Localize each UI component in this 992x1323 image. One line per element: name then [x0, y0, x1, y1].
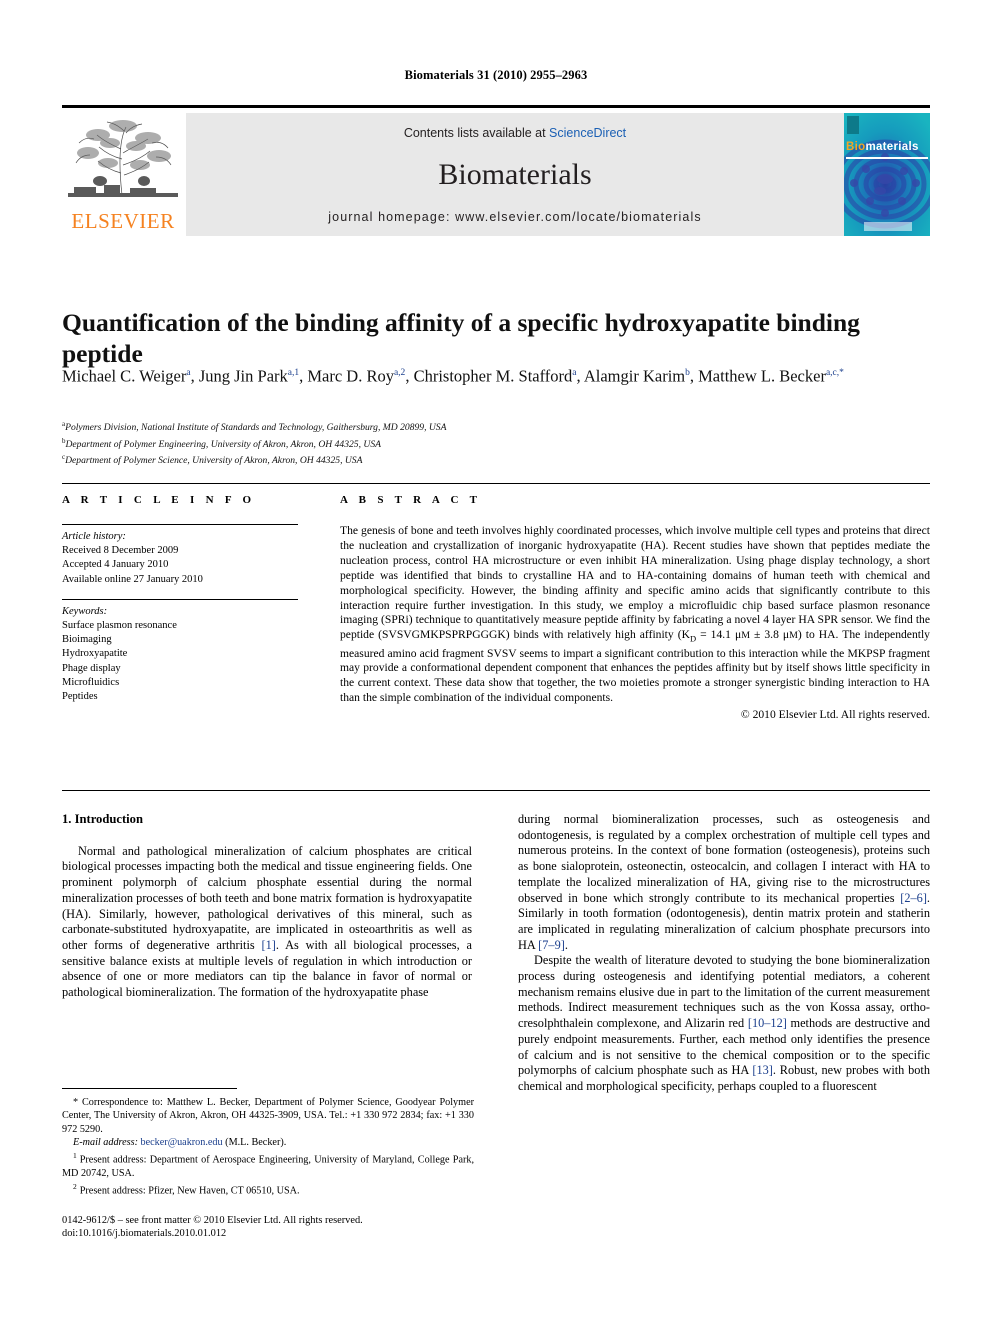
affiliation-item: cDepartment of Polymer Science, Universi…	[62, 451, 882, 468]
affiliation-text: Department of Polymer Engineering, Unive…	[65, 438, 381, 450]
author-list: Michael C. Weigera, Jung Jin Parka,1, Ma…	[62, 366, 844, 386]
elsevier-logo: ELSEVIER	[62, 113, 186, 236]
footnote-marker: 1	[73, 1151, 77, 1161]
email-note: E-mail address: becker@uakron.edu (M.L. …	[62, 1136, 474, 1149]
abstract-column: The genesis of bone and teeth involves h…	[340, 524, 930, 723]
sciencedirect-link[interactable]: ScienceDirect	[549, 126, 626, 140]
paragraph: Normal and pathological mineralization o…	[62, 843, 472, 1000]
footnote-text: Present address: Department of Aerospace…	[62, 1154, 474, 1179]
keyword-item: Hydroxyapatite	[62, 648, 128, 660]
cover-footer-band	[864, 222, 912, 231]
keyword-item: Peptides	[62, 691, 98, 703]
keyword-item: Microfluidics	[62, 676, 120, 688]
email-link[interactable]: becker@uakron.edu	[141, 1137, 223, 1148]
journal-cover-thumbnail: Biomaterials	[844, 113, 930, 236]
article-history-label: Article history:	[62, 531, 126, 542]
paragraph: during normal biomineralization processe…	[518, 812, 930, 952]
article-history-item: Accepted 4 January 2010	[62, 559, 169, 571]
keyword-item: Phage display	[62, 662, 121, 674]
cover-divider	[846, 157, 928, 159]
footnote-text: Present address: Pfizer, New Haven, CT 0…	[79, 1185, 300, 1197]
cover-publisher-mark	[847, 116, 859, 134]
journal-band: Contents lists available at ScienceDirec…	[186, 113, 844, 236]
keywords-label: Keywords:	[62, 605, 108, 617]
section-heading-introduction: 1. Introduction	[62, 812, 143, 826]
journal-article-page: Biomaterials 31 (2010) 2955–2963 ELSEVIE…	[0, 0, 992, 1323]
article-info-top-rule	[62, 483, 930, 484]
present-address-note-1: 1 Present address: Department of Aerospac…	[62, 1149, 474, 1180]
correspondence-note: * Correspondence to: Matthew L. Becker, …	[62, 1097, 474, 1135]
article-info-heading: A R T I C L E I N F O	[62, 494, 256, 506]
article-history-item: Received 8 December 2009	[62, 545, 179, 557]
introduction-left-column: 1. Introduction Normal and pathological …	[62, 812, 472, 1001]
affiliation-text: Department of Polymer Science, Universit…	[65, 455, 363, 467]
colophon: 0142-9612/$ – see front matter © 2010 El…	[62, 1214, 562, 1241]
page-title: Quantification of the binding affinity o…	[62, 308, 860, 369]
abstract-bottom-rule	[62, 790, 930, 791]
affiliation-item: bDepartment of Polymer Engineering, Univ…	[62, 435, 882, 452]
journal-title: Biomaterials	[438, 158, 592, 191]
keywords-block: Keywords: Surface plasmon resonance Bioi…	[62, 598, 298, 704]
running-head: Biomaterials 31 (2010) 2955–2963	[404, 68, 588, 82]
article-history-item: Available online 27 January 2010	[62, 573, 203, 585]
affiliation-list: aPolymers Division, National Institute o…	[62, 418, 882, 468]
footnote-separator	[62, 1088, 237, 1089]
email-label: E-mail address:	[73, 1136, 138, 1148]
keyword-item: Bioimaging	[62, 634, 112, 646]
abstract-text: The genesis of bone and teeth involves h…	[340, 524, 930, 705]
doi-line[interactable]: doi:10.1016/j.biomaterials.2010.01.012	[62, 1227, 562, 1240]
footnote-marker: 2	[73, 1182, 77, 1192]
contents-prefix: Contents lists available at	[403, 126, 550, 140]
paragraph: Despite the wealth of literature devoted…	[518, 953, 931, 1093]
article-info-column: Article history: Received 8 December 200…	[62, 524, 298, 704]
journal-homepage-link[interactable]: journal homepage: www.elsevier.com/locat…	[186, 210, 844, 224]
issn-line: 0142-9612/$ – see front matter © 2010 El…	[62, 1215, 363, 1226]
affiliation-text: Polymers Division, National Institute of…	[65, 422, 447, 434]
keyword-item: Surface plasmon resonance	[62, 620, 177, 632]
elsevier-tree-icon	[68, 120, 178, 197]
abstract-copyright: © 2010 Elsevier Ltd. All rights reserved…	[740, 708, 930, 722]
keywords-rule	[62, 598, 298, 600]
contents-available-line: Contents lists available at ScienceDirec…	[186, 126, 844, 140]
article-history-rule	[62, 524, 298, 525]
footnote-block: * Correspondence to: Matthew L. Becker, …	[62, 1096, 474, 1198]
cover-title: Biomaterials	[846, 141, 919, 153]
cover-title-materials: materials	[865, 141, 919, 153]
abstract-heading: A B S T R A C T	[340, 494, 482, 506]
present-address-note-2: 2 Present address: Pfizer, New Haven, CT …	[62, 1180, 474, 1198]
cover-title-bio: Bio	[846, 141, 866, 153]
affiliation-item: aPolymers Division, National Institute o…	[62, 418, 882, 435]
introduction-right-column: during normal biomineralization processe…	[518, 812, 930, 1095]
elsevier-wordmark: ELSEVIER	[71, 209, 175, 233]
email-suffix: (M.L. Becker).	[225, 1136, 287, 1148]
journal-masthead: ELSEVIER Contents lists available at Sci…	[62, 105, 930, 236]
